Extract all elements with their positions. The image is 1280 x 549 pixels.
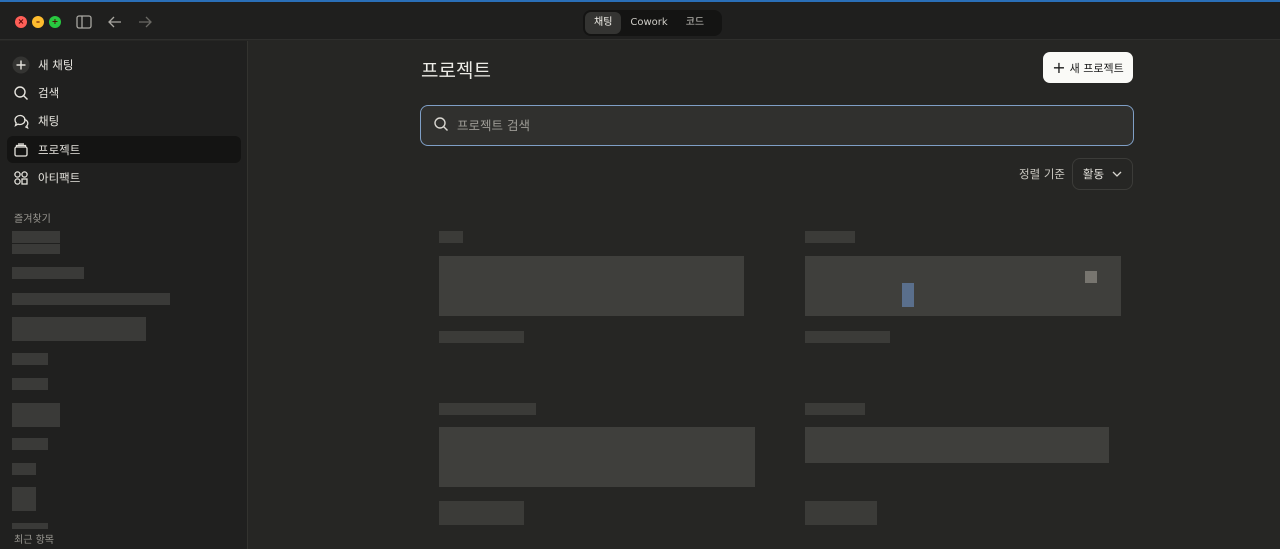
favorite-item-redacted[interactable] xyxy=(12,463,36,475)
page-title: 프로젝트 xyxy=(421,60,491,82)
favorite-item-redacted[interactable] xyxy=(12,293,170,305)
sort-label: 정렬 기준 xyxy=(1019,167,1065,181)
favorite-item-redacted[interactable] xyxy=(12,378,48,390)
favorite-item-redacted[interactable] xyxy=(12,267,84,279)
search-icon xyxy=(433,116,449,136)
favorite-item-redacted[interactable] xyxy=(12,353,48,365)
sort-dropdown[interactable]: 활동 xyxy=(1072,158,1133,190)
sidebar-item-search[interactable]: 검색 xyxy=(7,79,241,106)
sidebar-item-label: 채팅 xyxy=(38,113,60,128)
sort-value: 활동 xyxy=(1082,167,1105,181)
plus-icon xyxy=(12,56,30,74)
minimize-window-button[interactable]: – xyxy=(32,16,44,28)
sidebar-item-new-chat[interactable]: 새 채팅 xyxy=(7,51,241,78)
favorite-item-redacted[interactable] xyxy=(12,231,60,243)
sidebar-item-label: 새 채팅 xyxy=(38,57,74,72)
artifacts-icon xyxy=(12,169,30,187)
sidebar-item-label: 아티팩트 xyxy=(38,170,81,185)
favorites-section-label: 즐겨찾기 xyxy=(14,214,51,225)
project-card-redacted[interactable] xyxy=(805,231,1165,391)
sidebar-item-artifacts[interactable]: 아티팩트 xyxy=(7,164,241,191)
sidebar: 새 채팅 검색 채팅 프로젝트 아티팩트 즐겨찾기 최근 항목 xyxy=(0,41,248,549)
project-card-redacted[interactable] xyxy=(439,231,799,391)
favorite-item-redacted[interactable] xyxy=(12,523,48,529)
favorite-item-redacted[interactable] xyxy=(12,438,48,450)
mode-switcher: 채팅 Cowork 코드 xyxy=(583,10,722,36)
chevron-down-icon xyxy=(1112,171,1122,177)
sidebar-item-label: 검색 xyxy=(38,85,60,100)
recents-section-label: 최근 항목 xyxy=(14,535,54,546)
folder-icon xyxy=(12,141,30,159)
zoom-window-button[interactable]: + xyxy=(49,16,61,28)
sidebar-toggle-icon[interactable] xyxy=(74,12,94,32)
back-arrow-icon[interactable] xyxy=(105,12,125,32)
favorite-item-redacted[interactable] xyxy=(12,244,60,254)
close-window-button[interactable]: × xyxy=(15,16,27,28)
new-project-label: 새 프로젝트 xyxy=(1069,61,1124,75)
tab-code[interactable]: 코드 xyxy=(677,12,713,34)
favorite-item-redacted[interactable] xyxy=(12,317,146,341)
project-search-box[interactable] xyxy=(420,105,1134,146)
tab-chat[interactable]: 채팅 xyxy=(585,12,622,34)
sidebar-item-projects[interactable]: 프로젝트 xyxy=(7,136,241,163)
search-icon xyxy=(12,84,30,102)
project-card-redacted[interactable] xyxy=(439,403,799,549)
chat-bubbles-icon xyxy=(12,112,30,130)
favorite-item-redacted[interactable] xyxy=(12,403,60,427)
project-search-input[interactable] xyxy=(457,118,1057,133)
new-project-button[interactable]: + 새 프로젝트 xyxy=(1043,52,1133,83)
project-card-redacted[interactable] xyxy=(805,403,1165,549)
sidebar-item-chats[interactable]: 채팅 xyxy=(7,107,241,134)
sidebar-item-label: 프로젝트 xyxy=(38,142,81,157)
favorite-item-redacted[interactable] xyxy=(12,487,36,511)
title-bar: × – + 채팅 Cowork 코드 xyxy=(0,2,1280,40)
plus-icon: + xyxy=(1052,57,1066,77)
main-content: 프로젝트 + 새 프로젝트 정렬 기준 활동 xyxy=(249,41,1280,549)
tab-cowork[interactable]: Cowork xyxy=(621,12,676,34)
forward-arrow-icon[interactable] xyxy=(135,12,155,32)
